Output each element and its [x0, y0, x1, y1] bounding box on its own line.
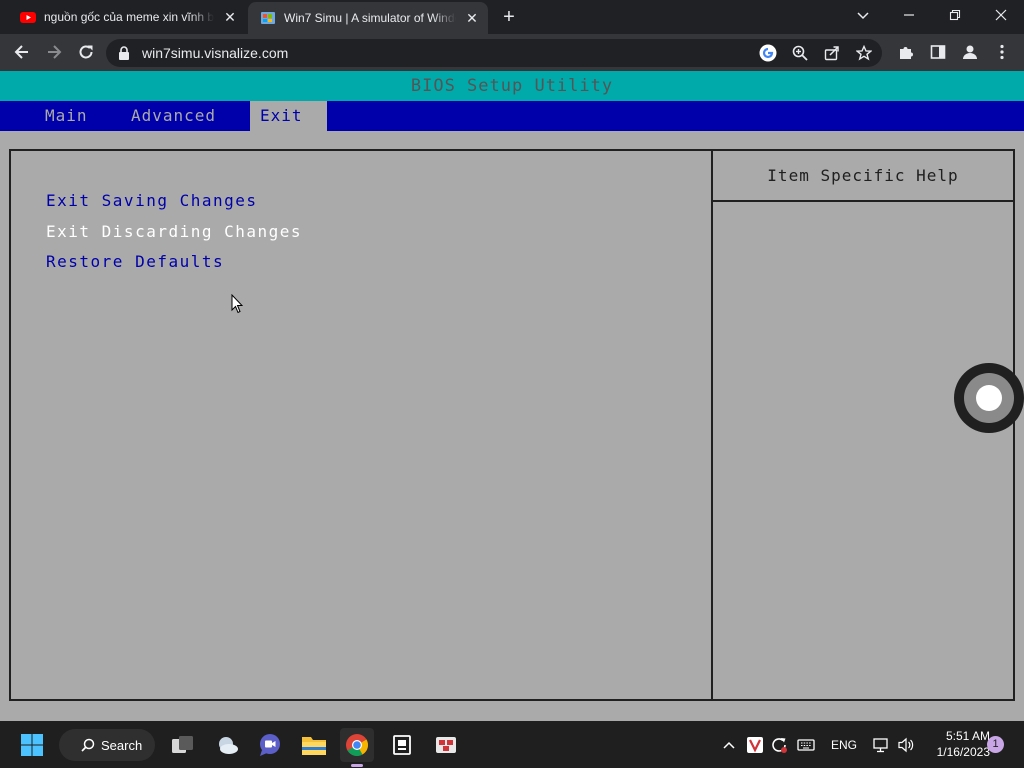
- star-icon: [856, 45, 872, 61]
- chrome-icon: [346, 734, 368, 756]
- win7simu-icon: [261, 12, 275, 24]
- share-button[interactable]: [822, 43, 842, 63]
- arrow-right-icon: [48, 45, 62, 59]
- search-label: Search: [101, 737, 143, 753]
- file-explorer-button[interactable]: [297, 728, 331, 762]
- chevron-up-icon: [723, 741, 735, 749]
- reload-icon: [79, 45, 93, 59]
- restore-button[interactable]: [932, 0, 978, 30]
- back-button[interactable]: [10, 40, 34, 64]
- windows-taskbar: Search ENG 5:51 AM 1/16/2023 1: [0, 721, 1024, 768]
- browser-menu-button[interactable]: [990, 40, 1014, 64]
- notification-badge[interactable]: 1: [987, 736, 1004, 753]
- exit-discarding-changes-option[interactable]: Exit Discarding Changes: [46, 222, 302, 241]
- app-button-2[interactable]: [429, 728, 463, 762]
- reload-button[interactable]: [74, 40, 98, 64]
- address-bar[interactable]: win7simu.visnalize.com: [106, 39, 882, 67]
- tab-win7simu[interactable]: Win7 Simu | A simulator of Windows 7 ✕: [248, 2, 488, 34]
- bios-menu-bar: Main Advanced Exit: [0, 101, 1024, 131]
- arrow-left-icon: [14, 45, 28, 59]
- app-grid-icon: [436, 737, 456, 753]
- chrome-taskbar-button[interactable]: [340, 728, 374, 767]
- folder-icon: [302, 737, 326, 755]
- restore-defaults-option[interactable]: Restore Defaults: [46, 252, 224, 271]
- zoom-button[interactable]: [790, 43, 810, 63]
- bios-screen: BIOS Setup Utility Main Advanced Exit Ex…: [0, 71, 1024, 721]
- youtube-icon: [20, 12, 36, 23]
- help-panel-title: Item Specific Help: [767, 166, 959, 185]
- search-icon: [81, 738, 95, 752]
- app-button-1[interactable]: [385, 728, 419, 762]
- bios-menu-main[interactable]: Main: [45, 101, 88, 131]
- url-text: win7simu.visnalize.com: [142, 45, 289, 61]
- taskbar-clock[interactable]: 5:51 AM 1/16/2023: [920, 728, 990, 760]
- tab-title: Win7 Simu | A simulator of Windows 7: [284, 11, 456, 25]
- sync-icon: [772, 738, 787, 753]
- minimize-icon: [904, 14, 914, 16]
- network-icon: [873, 738, 888, 753]
- panel-divider: [711, 151, 713, 699]
- widgets-button[interactable]: [210, 728, 244, 762]
- teams-chat-button[interactable]: [253, 728, 287, 762]
- active-app-indicator: [351, 764, 363, 767]
- chat-icon: [260, 734, 280, 756]
- tray-network[interactable]: [870, 733, 892, 757]
- close-tab-icon[interactable]: ✕: [464, 10, 480, 26]
- tray-volume[interactable]: [895, 733, 917, 757]
- google-lens-button[interactable]: [758, 43, 778, 63]
- v-app-icon: [747, 737, 763, 753]
- start-button[interactable]: [15, 728, 49, 762]
- share-icon: [824, 46, 839, 61]
- close-icon: [995, 9, 1007, 21]
- clock-time: 5:51 AM: [945, 729, 990, 743]
- kebab-menu-icon: [1000, 44, 1004, 60]
- new-tab-button[interactable]: +: [498, 6, 520, 28]
- lock-icon[interactable]: [118, 46, 130, 60]
- google-icon: [759, 44, 777, 62]
- puzzle-icon: [900, 47, 913, 59]
- tray-sync[interactable]: [768, 733, 790, 757]
- tray-app-v[interactable]: [744, 733, 766, 757]
- bios-title: BIOS Setup Utility: [0, 71, 1024, 101]
- zoom-in-icon: [792, 45, 808, 61]
- bios-content-panel: Exit Saving Changes Exit Discarding Chan…: [9, 149, 1015, 701]
- keyboard-icon: [797, 739, 815, 751]
- floating-action-button[interactable]: [954, 363, 1024, 433]
- bookmark-button[interactable]: [854, 43, 874, 63]
- help-divider: [713, 200, 1013, 202]
- tray-keyboard[interactable]: [795, 733, 817, 757]
- bios-menu-advanced[interactable]: Advanced: [131, 101, 216, 131]
- windows-logo-icon: [21, 734, 43, 756]
- chevron-down-icon: [857, 12, 869, 20]
- minimize-button[interactable]: [886, 0, 932, 30]
- side-panel-icon: [930, 45, 946, 59]
- task-view-icon: [172, 736, 193, 753]
- clock-date: 1/16/2023: [936, 745, 990, 759]
- restore-icon: [949, 9, 961, 21]
- close-window-button[interactable]: [978, 0, 1024, 30]
- forward-button[interactable]: [42, 40, 66, 64]
- language-indicator[interactable]: ENG: [826, 733, 862, 757]
- tab-search-button[interactable]: [840, 0, 886, 30]
- task-view-button[interactable]: [166, 728, 200, 762]
- tab-youtube[interactable]: nguồn gốc của meme xin vĩnh biệt cụ - Yo…: [8, 0, 246, 34]
- exit-saving-changes-option[interactable]: Exit Saving Changes: [46, 191, 258, 210]
- volume-icon: [898, 737, 914, 753]
- show-hidden-icons-button[interactable]: [720, 733, 738, 757]
- browser-toolbar: win7simu.visnalize.com: [0, 34, 1024, 71]
- profile-icon: [963, 45, 977, 59]
- profile-button[interactable]: [958, 40, 982, 64]
- weather-icon: [219, 737, 238, 754]
- tab-title: nguồn gốc của meme xin vĩnh biệt cụ - Yo…: [44, 10, 214, 24]
- close-tab-icon[interactable]: ✕: [222, 9, 238, 25]
- extensions-button[interactable]: [894, 40, 918, 64]
- button-center-icon: [976, 385, 1002, 411]
- browser-tab-strip: nguồn gốc của meme xin vĩnh biệt cụ - Yo…: [0, 0, 1024, 34]
- app-window-icon: [393, 735, 411, 755]
- taskbar-search-button[interactable]: Search: [59, 729, 155, 761]
- bios-menu-exit[interactable]: Exit: [250, 101, 327, 131]
- side-panel-button[interactable]: [926, 40, 950, 64]
